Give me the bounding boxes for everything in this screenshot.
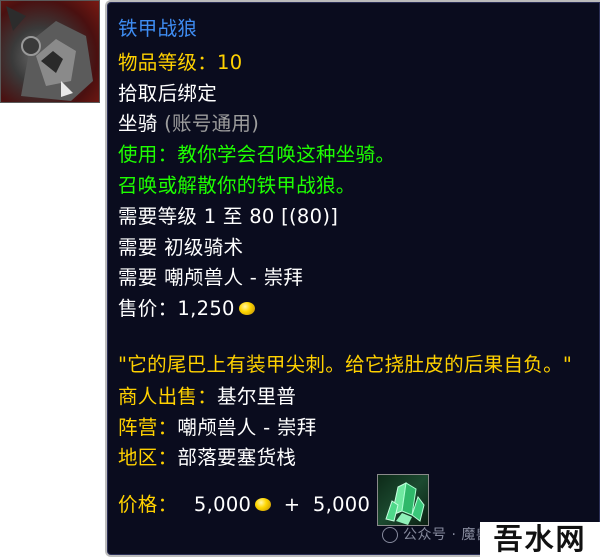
gold-coin-icon bbox=[238, 302, 255, 315]
faction-name: 嘲颅兽人 - 崇拜 bbox=[177, 416, 317, 439]
required-skill: 需要 初级骑术 bbox=[118, 236, 244, 259]
flavor-text: "它的尾巴上有装甲尖刺。给它挠肚皮的后果自负。" bbox=[118, 353, 573, 376]
faction: 阵营：嘲颅兽人 - 崇拜 bbox=[118, 415, 317, 441]
gold-coin-icon bbox=[255, 498, 272, 511]
sell-price-value: 1,250 bbox=[177, 297, 235, 320]
bind-type: 拾取后绑定 bbox=[118, 82, 218, 105]
vendor-label: 商人出售： bbox=[118, 385, 218, 408]
item-type: 坐骑 (账号通用) bbox=[118, 111, 259, 137]
item-level: 物品等级：10 bbox=[118, 50, 242, 76]
item-type-note: (账号通用) bbox=[164, 112, 260, 135]
price-gold-value: 5,000 bbox=[193, 493, 252, 516]
vendor-name: 基尔里普 bbox=[217, 385, 297, 408]
faction-label: 阵营： bbox=[118, 416, 178, 439]
zone-label: 地区： bbox=[118, 446, 178, 469]
use-effect-line1: 使用：教你学会召唤这种坐骑。 bbox=[118, 143, 396, 166]
zone-name: 部落要塞货栈 bbox=[177, 446, 297, 469]
green-crystal-icon[interactable] bbox=[377, 474, 429, 526]
item-name: 铁甲战狼 bbox=[118, 17, 198, 40]
item-level-value: 10 bbox=[217, 51, 243, 74]
price: 价格： 5,000 + 5,000 bbox=[118, 492, 370, 518]
wechat-icon bbox=[382, 527, 398, 543]
vendor: 商人出售：基尔里普 bbox=[118, 384, 296, 410]
zone: 地区：部落要塞货栈 bbox=[118, 445, 296, 471]
item-level-label: 物品等级： bbox=[118, 51, 218, 74]
sell-price-label: 售价： bbox=[118, 297, 178, 320]
use-effect-line2: 召唤或解散你的铁甲战狼。 bbox=[118, 174, 356, 197]
price-label: 价格： bbox=[118, 493, 178, 516]
armored-wolf-icon[interactable] bbox=[0, 0, 100, 103]
price-plus: + bbox=[283, 493, 301, 516]
required-reputation: 需要 嘲颅兽人 - 崇拜 bbox=[118, 266, 304, 289]
required-level: 需要等级 1 至 80 [(80)] bbox=[118, 205, 339, 228]
price-currency-value: 5,000 bbox=[312, 493, 371, 516]
sell-price: 售价：1,250 bbox=[118, 296, 255, 322]
site-logo: 吾水网 bbox=[480, 522, 600, 557]
item-tooltip: 铁甲战狼 物品等级：10 拾取后绑定 坐骑 (账号通用) 使用：教你学会召唤这种… bbox=[105, 0, 600, 557]
item-type-label: 坐骑 bbox=[118, 112, 158, 135]
